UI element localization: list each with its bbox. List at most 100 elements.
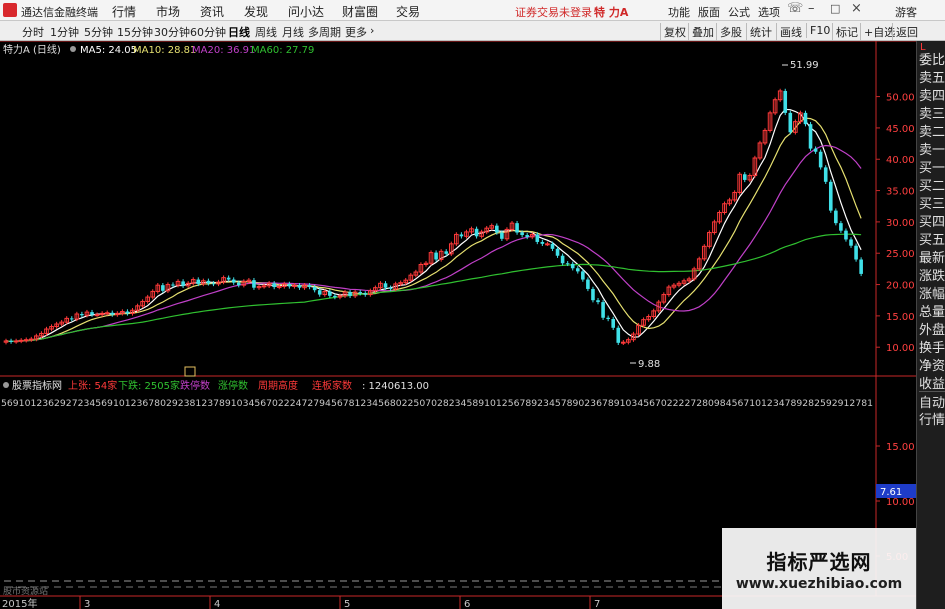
candle-down: [616, 327, 621, 343]
moving-averages: [5, 108, 862, 342]
side-item-earnings[interactable]: 收益: [919, 373, 945, 392]
quote-side-panel: L 委比 卖五 卖四 卖三 卖二 卖一 买一 买二 买三 买四 买五 最新 涨跌…: [916, 41, 945, 609]
menu-item-discover[interactable]: 发现: [244, 3, 268, 20]
menu-item-layout[interactable]: 版面: [698, 4, 720, 20]
side-item-latest[interactable]: 最新: [919, 247, 945, 266]
menu-item-ask[interactable]: 问小达: [288, 3, 324, 20]
candle-down: [333, 295, 337, 298]
toolbar-stats-button[interactable]: 统计: [746, 23, 775, 41]
candle-down: [813, 148, 818, 152]
period-tab-intraday[interactable]: 分时: [22, 24, 44, 40]
side-item-buy5[interactable]: 买五: [919, 229, 945, 248]
guest-label[interactable]: 游客: [895, 4, 917, 20]
sub-tick-label: 10.00: [886, 497, 915, 508]
side-item-sell5[interactable]: 卖五: [919, 67, 945, 86]
menu-item-formula[interactable]: 公式: [728, 4, 750, 20]
candle-down: [828, 181, 833, 211]
candle-down: [358, 292, 362, 294]
candle-down: [540, 241, 545, 244]
kline-chart[interactable]: 特力A (日线) MA5: 24.05 MA10: 28.81 MA20: 36…: [0, 41, 916, 609]
period-tab-more[interactable]: 更多: [345, 24, 367, 40]
candle-down: [596, 300, 600, 303]
menu-item-function[interactable]: 功能: [668, 4, 690, 20]
date-label-may: 5: [344, 599, 350, 609]
candle-down: [520, 232, 524, 236]
down-count: 下跌: 2505家: [118, 379, 180, 392]
menu-item-options[interactable]: 选项: [758, 4, 780, 20]
period-tab-30min[interactable]: 30分钟: [154, 24, 190, 40]
period-tab-15min[interactable]: 15分钟: [117, 24, 153, 40]
menu-item-wealth[interactable]: 财富圈: [342, 3, 378, 20]
toolbar-multistock-button[interactable]: 多股: [716, 23, 745, 41]
maximize-icon[interactable]: □: [830, 2, 840, 15]
more-arrow-icon[interactable]: ›: [370, 24, 374, 37]
period-tab-weekly[interactable]: 周线: [255, 24, 277, 40]
candle-down: [434, 252, 438, 260]
candle-up: [94, 314, 100, 317]
toolbar-f10-button[interactable]: F10: [806, 23, 833, 38]
candle-down: [211, 283, 216, 285]
menu-item-news[interactable]: 资讯: [200, 3, 224, 20]
period-tab-1min[interactable]: 1分钟: [50, 24, 79, 40]
date-label-2015: 2015年: [2, 597, 37, 609]
side-item-sell2[interactable]: 卖二: [919, 121, 945, 140]
menu-item-markets[interactable]: 市场: [156, 3, 180, 20]
toolbar-draw-button[interactable]: 画线: [776, 23, 805, 41]
low-price-label: 9.88: [638, 359, 660, 370]
price-tick-label: 25.00: [886, 249, 915, 260]
legend-dot-icon: [70, 46, 76, 52]
period-tab-monthly[interactable]: 月线: [282, 24, 304, 40]
candle-down: [859, 259, 863, 274]
candle-up: [261, 285, 267, 288]
high-price-label: 51.99: [790, 60, 819, 71]
side-item-net-assets[interactable]: 净资: [919, 355, 945, 374]
toolbar-adjust-button[interactable]: 复权: [660, 23, 689, 41]
toolbar-mark-button[interactable]: 标记: [832, 23, 861, 41]
side-item-change-pct[interactable]: 涨幅: [919, 283, 945, 302]
candle-down: [818, 151, 823, 168]
close-icon[interactable]: ×: [851, 1, 862, 16]
side-item-sell4[interactable]: 卖四: [919, 85, 945, 104]
menu-item-trade[interactable]: 交易: [396, 3, 420, 20]
minimize-icon[interactable]: –: [808, 1, 815, 16]
date-label-jun: 6: [464, 599, 470, 609]
side-item-weibi[interactable]: 委比: [919, 49, 945, 68]
board-count-label: 连板家数: [312, 379, 352, 392]
side-item-change[interactable]: 涨跌: [919, 265, 945, 284]
candle-down: [555, 248, 560, 256]
cycle-high-label: 周期高度: [258, 379, 298, 392]
side-item-buy3[interactable]: 买三: [919, 193, 945, 212]
period-tab-daily[interactable]: 日线: [228, 24, 250, 40]
side-item-outer[interactable]: 外盘: [919, 319, 945, 338]
period-tab-5min[interactable]: 5分钟: [84, 24, 113, 40]
side-item-volume[interactable]: 总量: [919, 301, 945, 320]
phone-icon[interactable]: ☏: [787, 1, 803, 16]
candle-up: [13, 340, 19, 343]
side-item-sell3[interactable]: 卖三: [919, 103, 945, 122]
watermark-url: www.xuezhibiao.com: [735, 576, 903, 592]
side-item-auto[interactable]: 自动: [919, 391, 945, 411]
side-item-buy2[interactable]: 买二: [919, 175, 945, 194]
menu-item-market[interactable]: 行情: [112, 3, 136, 20]
side-item-buy4[interactable]: 买四: [919, 211, 945, 230]
candle-down: [565, 263, 570, 265]
candle-down: [581, 271, 585, 280]
menu-bar: 通达信金融终端 行情 市场 资讯 发现 问小达 财富圈 交易 证券交易未登录 特…: [0, 0, 945, 21]
candle-down: [231, 279, 236, 283]
indicator-name[interactable]: 股票指标网: [12, 379, 62, 392]
period-tab-60min[interactable]: 60分钟: [190, 24, 226, 40]
candle-down: [312, 287, 317, 291]
watermark: 指标严选网 www.xuezhibiao.com: [722, 528, 916, 609]
side-item-turnover[interactable]: 换手: [919, 337, 945, 356]
toolbar-back-button[interactable]: 返回: [892, 23, 921, 41]
side-item-buy1[interactable]: 买一: [919, 157, 945, 176]
up-count: 上张: 54家: [68, 379, 117, 392]
period-tab-multi[interactable]: 多周期: [308, 24, 341, 40]
candle-down: [500, 232, 504, 239]
side-item-quotes[interactable]: 行情: [919, 409, 945, 428]
side-item-sell1[interactable]: 卖一: [919, 139, 945, 158]
toolbar-overlay-button[interactable]: 叠加: [688, 23, 717, 41]
candle-down: [161, 285, 165, 291]
candle-down: [226, 277, 231, 280]
candle-down: [272, 283, 276, 288]
